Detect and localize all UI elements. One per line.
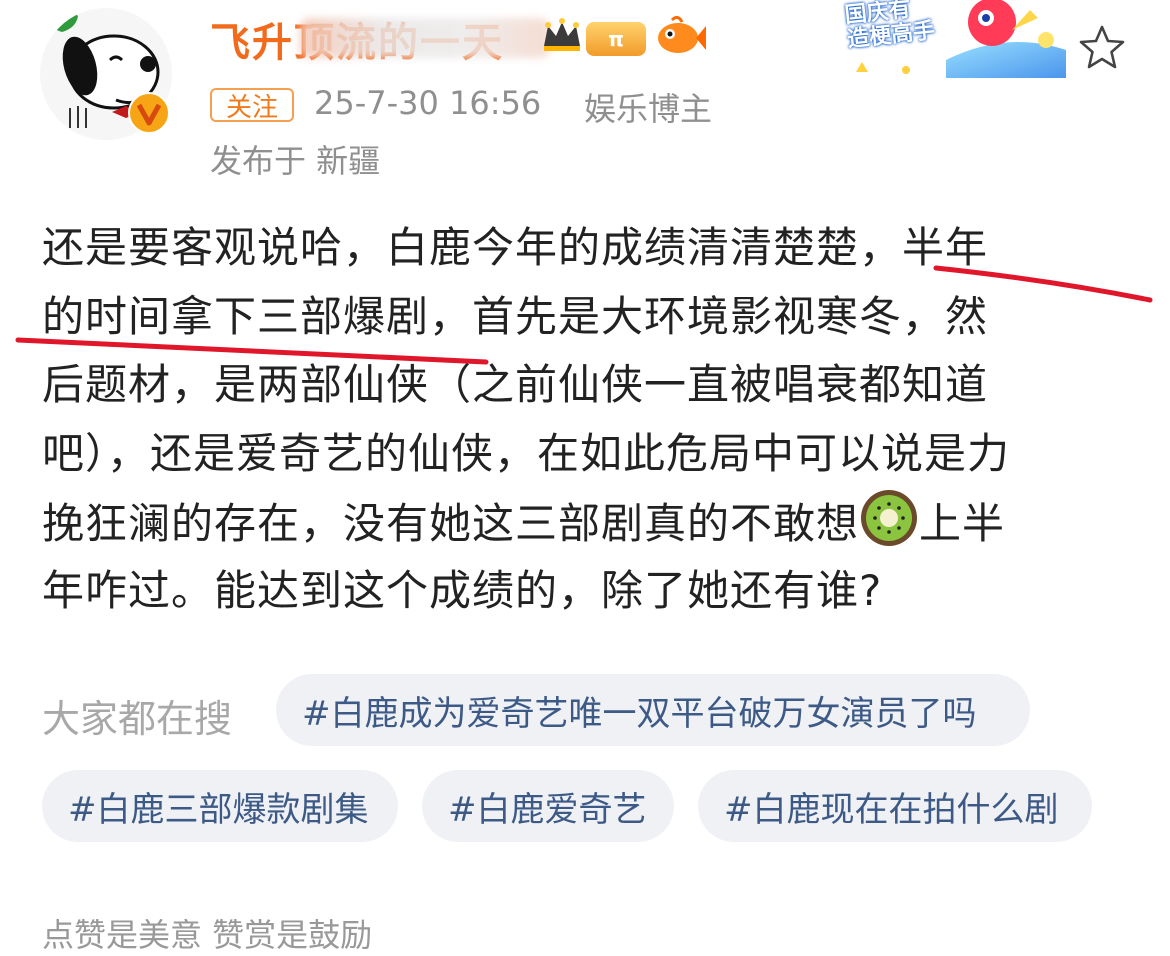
trending-search-label: 大家都在搜 <box>42 697 233 741</box>
post-line: 还是要客观说哈，白鹿今年的成绩清清楚楚，半年 <box>42 223 989 272</box>
post-content: 还是要客观说哈，白鹿今年的成绩清清楚楚，半年 的时间拿下三部爆剧，首先是大环境影… <box>42 214 1132 625</box>
author-role: 娱乐博主 <box>584 90 713 128</box>
search-tag[interactable]: #白鹿现在在拍什么剧 <box>698 770 1092 842</box>
star-icon[interactable] <box>1076 22 1128 74</box>
post-line-text: 上半 <box>919 499 1006 548</box>
kiwi-emoji-icon <box>859 488 919 548</box>
post-line: 的时间拿下三部爆剧，首先是大环境影视寒冬，然 <box>42 291 989 341</box>
search-tag[interactable]: #白鹿三部爆款剧集 <box>42 770 398 842</box>
verified-badge-icon <box>128 92 170 134</box>
search-tag[interactable]: #白鹿爱奇艺 <box>422 770 674 842</box>
level-badge: π <box>586 22 646 56</box>
promo-banner-text: 国庆有 造梗高手 <box>843 0 937 53</box>
blurred-username-area <box>300 18 550 58</box>
post-location: 发布于 新疆 <box>210 142 381 180</box>
post-line: 年咋过。能达到这个成绩的，除了她还有谁? <box>42 565 883 615</box>
post-line: 后题材，是两部仙侠（之前仙侠一直被唱衰都知道 <box>42 360 989 409</box>
search-tag[interactable]: #白鹿成为爱奇艺唯一双平台破万女演员了吗 <box>276 674 1030 746</box>
follow-button[interactable]: 关注 <box>210 88 294 123</box>
post-line-with-emoji: 挽狂澜的存在，没有她这三部剧真的不敢想 上半 <box>42 488 1132 557</box>
fish-icon <box>652 14 706 58</box>
post-line-text: 挽狂澜的存在，没有她这三部剧真的不敢想 <box>42 499 860 548</box>
crown-icon <box>540 16 584 56</box>
post-line: 吧），还是爱奇艺的仙侠，在如此危局中可以说是力 <box>42 428 1011 478</box>
footer-cutoff-text: 点赞是美意 赞赏是鼓励 <box>42 916 373 954</box>
post-timestamp: 25-7-30 16:56 <box>314 84 542 122</box>
